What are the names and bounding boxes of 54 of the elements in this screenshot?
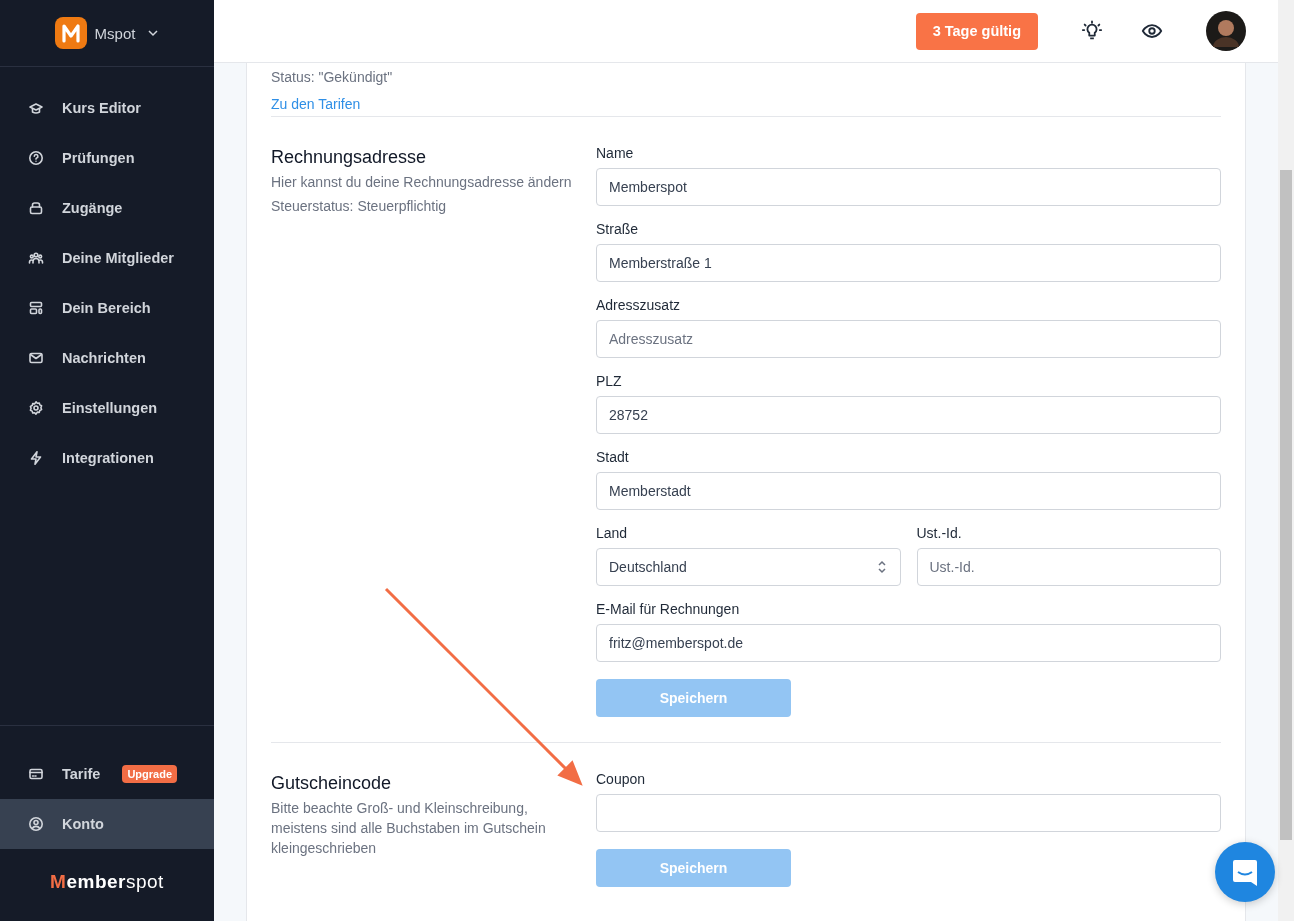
field-label: Adresszusatz [596, 297, 682, 314]
credit-card-icon [28, 766, 44, 782]
select-arrows-icon [875, 559, 888, 575]
lightbulb-icon [1081, 20, 1103, 42]
sidebar-item[interactable]: Dein Bereich [0, 283, 214, 333]
settings-icon [28, 400, 44, 416]
section-description: Hier kannst du deine Rechnungsadresse ändern [271, 173, 573, 192]
chevron-down-icon [147, 27, 160, 39]
tax-status: Steuerstatus: Steuerpflichtig [271, 197, 448, 216]
avatar[interactable] [1206, 11, 1246, 51]
sidebar-item[interactable]: Deine Mitglieder [0, 233, 214, 283]
input-field[interactable] [596, 794, 1221, 832]
app-logo-icon [54, 17, 87, 49]
people-icon [28, 250, 44, 266]
chat-icon [1230, 857, 1260, 887]
input-field[interactable]: Ust.-Id. [916, 548, 1221, 586]
plan-status: Status: "Gekündigt" [271, 68, 394, 87]
upgrade-badge: Upgrade [122, 765, 178, 783]
input-field[interactable]: 28752 [596, 396, 1221, 434]
workspace-switcher[interactable]: Mspot [54, 17, 160, 49]
input-field[interactable]: Memberstraße 1 [596, 244, 1221, 282]
sidebar-item[interactable]: Zugänge [0, 183, 214, 233]
input-field[interactable]: Adresszusatz [596, 320, 1221, 358]
graduation-cap-icon [28, 100, 44, 116]
scrollbar[interactable] [1278, 0, 1294, 921]
section-description: Bitte beachte Groß- und Kleinschreibung, meistens sind alle Buchstaben im Gutschein kleingeschrieben [271, 799, 547, 858]
mail-icon [28, 350, 44, 366]
layout-icon [28, 300, 44, 316]
section-title: Gutscheincode [271, 773, 393, 794]
field-label: Coupon [596, 771, 647, 788]
memberspot-logo: Memberspot [50, 871, 164, 893]
lock-icon [28, 200, 44, 216]
field-label: Ust.-Id. [916, 525, 963, 542]
field-label: Stadt [596, 449, 630, 466]
sidebar-item[interactable]: Tarife Upgrade [0, 749, 214, 799]
field-label: E-Mail für Rechnungen [596, 601, 741, 618]
field-label: PLZ [596, 373, 623, 390]
lightning-icon [28, 450, 44, 466]
country-select[interactable]: Deutschland [596, 548, 901, 586]
field-label: Straße [596, 221, 639, 238]
input-field[interactable]: Memberstadt [596, 472, 1221, 510]
sidebar-item[interactable]: Nachrichten [0, 333, 214, 383]
field-label: Land [596, 525, 629, 542]
user-icon [28, 816, 44, 832]
sidebar-item[interactable]: Prüfungen [0, 133, 214, 183]
field-label: Name [596, 145, 635, 162]
input-field[interactable]: fritz@memberspot.de [596, 624, 1221, 662]
sidebar-item[interactable]: Integrationen [0, 433, 214, 483]
sidebar-item[interactable]: Einstellungen [0, 383, 214, 433]
input-field[interactable]: Memberspot [596, 168, 1221, 206]
sidebar-item[interactable]: Kurs Editor [0, 83, 214, 133]
sidebar-item[interactable]: Konto [0, 799, 214, 849]
question-icon [28, 150, 44, 166]
section-title: Rechnungsadresse [271, 147, 428, 168]
